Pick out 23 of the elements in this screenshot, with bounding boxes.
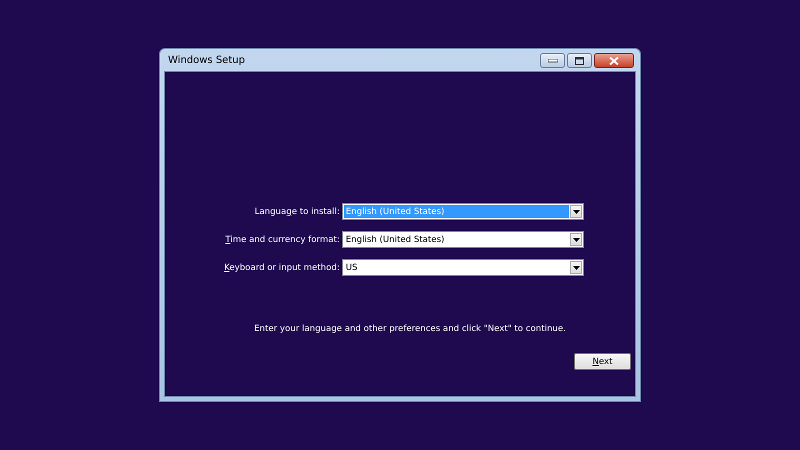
minimize-icon [548,58,558,62]
dropdown-arrow-button[interactable] [570,205,582,218]
window-title: Windows Setup [167,54,245,66]
caret-icon [572,266,580,270]
dropdown[interactable]: US [342,259,584,276]
caret-icon [572,238,580,242]
field-label: Keyboard or input method: [223,262,341,272]
dropdown-value: US [344,262,358,274]
instruction-text: Enter your language and other preferences and click "Next" to continue. [253,324,567,334]
field-label: Language to install: [254,206,341,216]
close-icon [609,56,619,64]
next-button[interactable]: Next [574,353,631,370]
dropdown-arrow-button[interactable] [570,261,582,274]
dropdown-arrow-button[interactable] [570,233,582,246]
maximize-button[interactable] [567,53,592,68]
maximize-icon [575,56,584,64]
dropdown-value: English (United States) [344,205,569,218]
close-button[interactable] [594,53,634,68]
caret-icon [572,210,580,214]
field-label: Time and currency format: [224,234,341,244]
dropdown[interactable]: English (United States) [342,231,584,248]
minimize-button[interactable] [540,53,565,68]
dropdown-value: English (United States) [344,234,446,246]
